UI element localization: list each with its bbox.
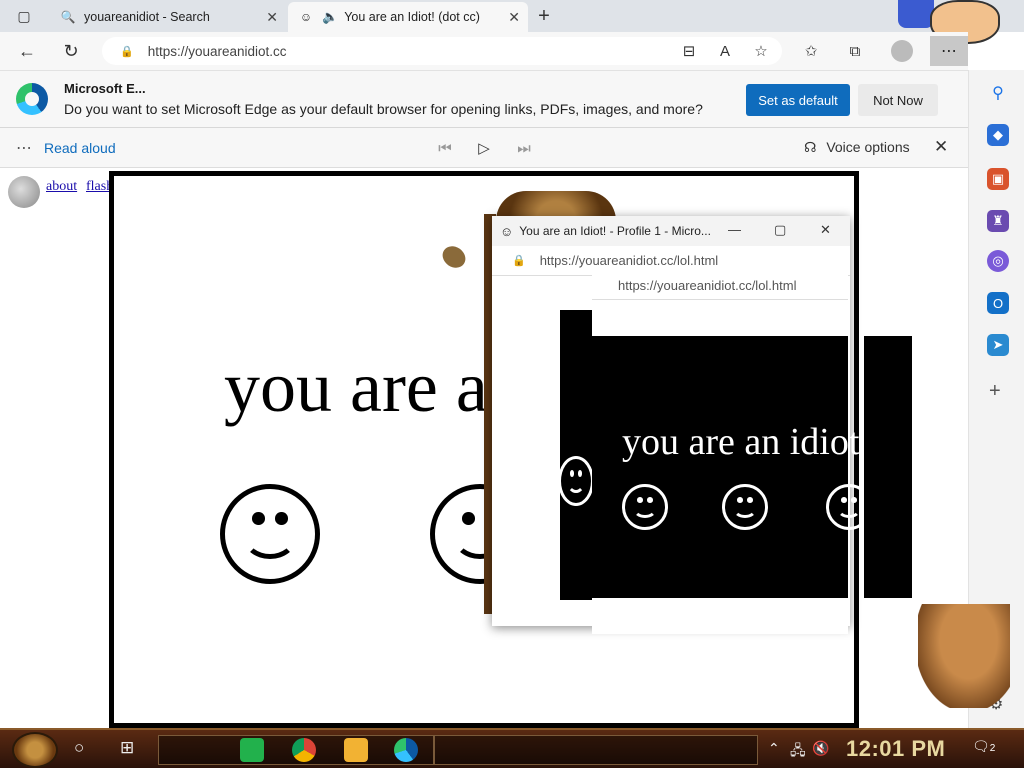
clock[interactable]: 12:01 PM — [846, 736, 945, 762]
refresh-button[interactable]: ↻ — [58, 38, 84, 64]
back-button[interactable]: ← — [14, 38, 40, 64]
taskbar: ○ ⊞ ⌃ 🖧 🔇 12:01 PM 🗨2 — [0, 728, 1024, 768]
taskbar-windows-area — [434, 735, 758, 765]
smiley-face-white — [622, 484, 668, 530]
popup-url: https://youareanidiot.cc/lol.html — [618, 278, 797, 293]
tab-title: You are an Idiot! (dot cc) — [344, 10, 480, 24]
not-now-button[interactable]: Not Now — [858, 84, 938, 116]
microsoft365-icon[interactable]: ◎ — [987, 250, 1009, 272]
shopping-icon[interactable]: ◆ — [987, 124, 1009, 146]
chevron-up-icon[interactable]: ⌃ — [768, 740, 780, 757]
infobar-message: Do you want to set Microsoft Edge as you… — [64, 101, 703, 117]
maximize-icon[interactable]: ▢ — [774, 222, 786, 238]
edge-logo-icon — [16, 83, 48, 115]
smiley-icon: ☺ — [299, 10, 313, 24]
read-aloud-icon[interactable]: A — [714, 40, 736, 62]
smiley-face-white — [722, 484, 768, 530]
smiley-face-white — [558, 456, 594, 506]
voice-icon: ☊ — [804, 139, 817, 155]
close-icon[interactable]: ✕ — [820, 222, 831, 238]
volume-muted-icon[interactable]: 🔇 — [812, 740, 829, 757]
notification-center-icon[interactable]: 🗨2 — [972, 738, 995, 755]
tools-icon[interactable]: ▣ — [987, 168, 1009, 190]
tab-search[interactable]: 🔍 youareanidiot - Search ✕ — [50, 2, 286, 32]
tab-strip: ▢ 🔍 youareanidiot - Search ✕ ☺ 🔈 You are… — [0, 0, 1024, 44]
set-default-button[interactable]: Set as default — [746, 84, 850, 116]
notes-app-icon[interactable] — [240, 738, 264, 762]
network-icon[interactable]: 🖧 — [790, 740, 806, 764]
voice-options-button[interactable]: ☊ Voice options — [804, 139, 910, 156]
new-tab-button[interactable]: + — [530, 4, 558, 28]
popup-title: You are an Idiot! - Profile 1 - Micro... — [519, 224, 711, 238]
black-panel-strip — [560, 310, 594, 600]
play-icon[interactable]: ▷ — [473, 137, 495, 159]
next-icon[interactable]: ⏭ — [513, 137, 535, 159]
address-text: https://youareanidiot.cc — [147, 43, 287, 59]
minimize-icon[interactable]: — — [728, 222, 741, 237]
chrome-icon[interactable] — [292, 738, 316, 762]
address-toolbar: ← ↻ 🔒 https://youareanidiot.cc ⊟ A ☆ ✩ ⧉ — [0, 32, 968, 70]
collections-icon[interactable]: ⧉ — [844, 40, 866, 62]
black-panel: you are an idiot — [592, 336, 872, 598]
search-icon[interactable]: ⚲ — [987, 82, 1009, 104]
close-tab-icon[interactable]: ✕ — [508, 9, 520, 26]
tab-actions-icon[interactable]: ▢ — [10, 4, 38, 28]
close-icon[interactable]: ✕ — [934, 137, 948, 157]
read-aloud-bar: ⋯ Read aloud ⏮ ▷ ⏭ ☊ Voice options ✕ — [0, 128, 968, 168]
default-browser-infobar: Microsoft E... Do you want to set Micros… — [0, 70, 968, 128]
smiley-icon: ☺ — [500, 223, 514, 239]
close-tab-icon[interactable]: ✕ — [266, 9, 278, 26]
popup-address-bar[interactable]: https://youareanidiot.cc/lol.html — [592, 272, 848, 300]
infobar-title: Microsoft E... — [64, 81, 146, 96]
popup-blocked-icon[interactable]: ⊟ — [678, 40, 700, 62]
add-favorite-icon[interactable]: ☆ — [750, 40, 772, 62]
drop-icon[interactable]: ➤ — [987, 334, 1009, 356]
tab-title: youareanidiot - Search — [84, 10, 210, 24]
lock-icon: 🔒 — [120, 45, 134, 58]
read-aloud-label: Read aloud — [44, 140, 116, 156]
outlook-icon[interactable]: O — [987, 292, 1009, 314]
more-dots-icon[interactable]: ⋯ — [16, 138, 33, 158]
start-button[interactable] — [12, 732, 58, 768]
popup-window-2[interactable]: https://youareanidiot.cc/lol.html you ar… — [592, 272, 872, 634]
hamster-desktop-pet[interactable] — [918, 604, 1010, 708]
character-hand — [898, 0, 934, 28]
file-explorer-icon[interactable] — [344, 738, 368, 762]
popup-title-bar: ☺ You are an Idiot! - Profile 1 - Micro.… — [492, 216, 850, 246]
popup-headline: you are an idiot — [622, 421, 860, 463]
search-circle-icon[interactable]: ○ — [74, 738, 84, 758]
lock-icon: 🔒 — [512, 255, 526, 267]
tab-idiot[interactable]: ☺ 🔈 You are an Idiot! (dot cc) ✕ — [288, 2, 528, 32]
edge-icon[interactable] — [394, 738, 418, 762]
settings-more-button[interactable]: ⋯ — [930, 36, 968, 66]
speaker-icon[interactable]: 🔈 — [322, 9, 338, 25]
task-view-icon[interactable]: ⊞ — [120, 738, 134, 758]
smiley-face — [220, 484, 320, 584]
search-icon: 🔍 — [60, 10, 76, 24]
about-link[interactable]: about — [46, 179, 77, 195]
previous-icon[interactable]: ⏮ — [434, 137, 456, 159]
popup-url: https://youareanidiot.cc/lol.html — [539, 253, 719, 268]
favorites-icon[interactable]: ✩ — [800, 40, 822, 62]
speaker-icon[interactable] — [8, 176, 40, 208]
black-panel-strip — [864, 336, 912, 598]
games-icon[interactable]: ♜ — [987, 210, 1009, 232]
profile-avatar[interactable] — [891, 40, 913, 62]
notification-count: 2 — [989, 743, 996, 754]
voice-options-label: Voice options — [826, 139, 910, 155]
add-icon[interactable]: + — [989, 380, 1001, 403]
